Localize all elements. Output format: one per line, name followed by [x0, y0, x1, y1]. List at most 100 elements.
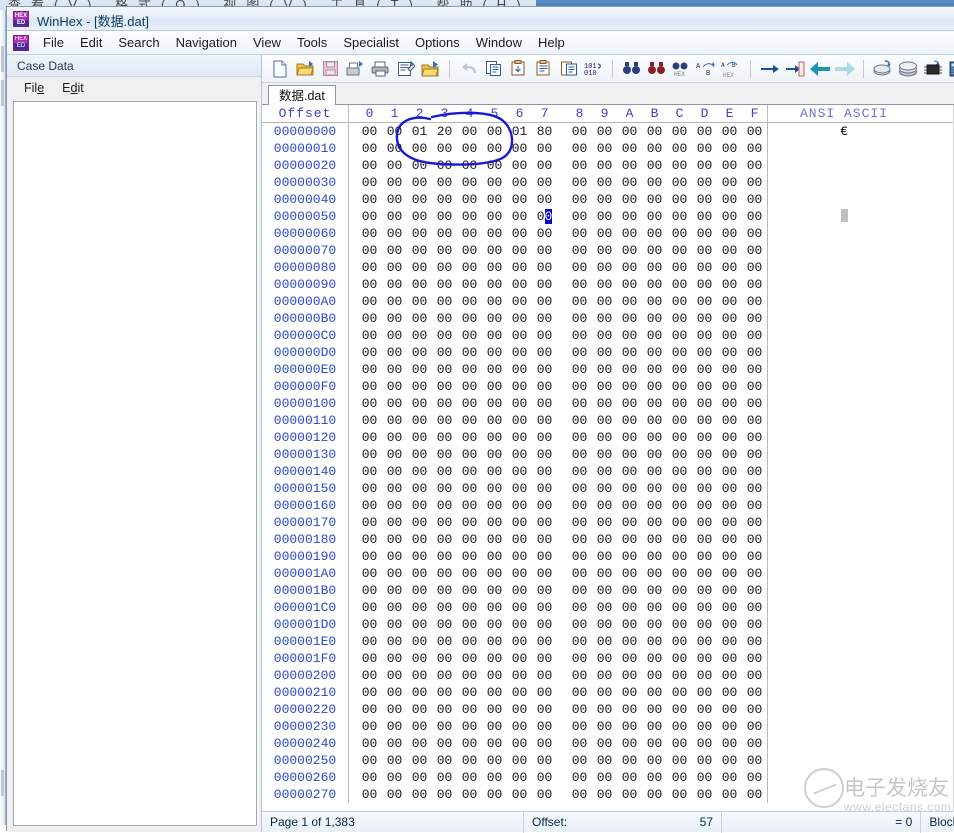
hex-byte[interactable]: 00 [692, 532, 717, 547]
hex-byte[interactable]: 00 [567, 396, 592, 411]
paste-button[interactable] [531, 57, 556, 81]
hex-byte[interactable]: 00 [507, 328, 532, 343]
hex-byte[interactable]: 00 [532, 192, 557, 207]
hex-byte[interactable]: 00 [617, 617, 642, 632]
hex-byte[interactable]: 00 [382, 736, 407, 751]
hex-byte[interactable]: 00 [742, 583, 767, 598]
hex-byte[interactable]: 00 [592, 617, 617, 632]
hex-byte[interactable]: 00 [532, 685, 557, 700]
hex-byte[interactable]: 00 [667, 277, 692, 292]
hex-row[interactable]: 0000002000000000000000000000000000000000 [262, 157, 953, 174]
hex-byte[interactable]: 00 [357, 583, 382, 598]
hex-byte[interactable]: 00 [742, 600, 767, 615]
hex-byte[interactable]: 00 [507, 447, 532, 462]
hex-byte[interactable]: 00 [642, 158, 667, 173]
hex-byte[interactable]: 00 [407, 481, 432, 496]
hex-bytes[interactable]: 00000000000000000000000000000000 [349, 328, 767, 343]
hex-byte[interactable]: 00 [692, 243, 717, 258]
hex-byte[interactable]: 00 [567, 753, 592, 768]
hex-byte[interactable]: 00 [717, 328, 742, 343]
print-preview-button[interactable] [343, 57, 368, 81]
hex-byte[interactable]: 00 [642, 600, 667, 615]
hex-byte[interactable]: 00 [742, 396, 767, 411]
hex-byte[interactable]: 00 [532, 260, 557, 275]
hex-byte[interactable]: 00 [717, 430, 742, 445]
hex-byte[interactable]: 00 [742, 260, 767, 275]
hex-byte[interactable]: 00 [742, 498, 767, 513]
hex-byte[interactable]: 00 [692, 430, 717, 445]
hex-byte[interactable]: 00 [507, 141, 532, 156]
hex-byte[interactable]: 00 [432, 498, 457, 513]
hex-byte[interactable]: 00 [667, 175, 692, 190]
hex-byte[interactable]: 00 [407, 770, 432, 785]
hex-bytes[interactable]: 00000000000000000000000000000000 [349, 566, 767, 581]
hex-byte[interactable]: 00 [507, 396, 532, 411]
hex-byte[interactable]: 00 [617, 532, 642, 547]
hex-byte[interactable]: 00 [717, 379, 742, 394]
hex-byte[interactable]: 00 [482, 243, 507, 258]
hex-byte[interactable]: 00 [482, 175, 507, 190]
hex-byte[interactable]: 00 [642, 532, 667, 547]
hex-byte[interactable]: 00 [592, 192, 617, 207]
hex-byte[interactable]: 00 [692, 668, 717, 683]
hex-byte[interactable]: 00 [457, 583, 482, 598]
hex-byte[interactable]: 00 [642, 515, 667, 530]
hex-byte[interactable]: 00 [532, 770, 557, 785]
hex-byte[interactable]: 00 [432, 260, 457, 275]
hex-byte[interactable]: 00 [407, 464, 432, 479]
document-tab-strip[interactable]: 数据.dat [262, 83, 954, 105]
hex-byte[interactable]: 00 [382, 566, 407, 581]
hex-byte[interactable]: 00 [457, 668, 482, 683]
hex-byte[interactable]: 00 [382, 175, 407, 190]
hex-byte[interactable]: 00 [642, 719, 667, 734]
hex-byte[interactable]: 00 [507, 226, 532, 241]
hex-byte[interactable]: 00 [382, 787, 407, 802]
hex-byte[interactable]: 00 [532, 481, 557, 496]
hex-byte[interactable]: 00 [642, 311, 667, 326]
hex-byte[interactable]: 00 [667, 634, 692, 649]
hex-byte[interactable]: 00 [592, 481, 617, 496]
hex-byte[interactable]: 00 [567, 566, 592, 581]
hex-byte[interactable]: 00 [357, 396, 382, 411]
menu-item-window[interactable]: Window [468, 32, 530, 53]
hex-byte[interactable]: 00 [532, 328, 557, 343]
hex-byte[interactable]: 00 [507, 583, 532, 598]
hex-byte[interactable]: 00 [742, 362, 767, 377]
hex-byte[interactable]: 00 [382, 617, 407, 632]
hex-byte[interactable]: 00 [642, 736, 667, 751]
hex-byte[interactable]: 00 [692, 294, 717, 309]
hex-byte[interactable]: 00 [642, 413, 667, 428]
hex-byte[interactable]: 00 [567, 515, 592, 530]
hex-byte[interactable]: 00 [692, 158, 717, 173]
hex-byte[interactable]: 00 [457, 192, 482, 207]
hex-byte[interactable]: 00 [717, 362, 742, 377]
hex-byte[interactable]: 00 [407, 617, 432, 632]
hex-byte[interactable]: 00 [532, 719, 557, 734]
hex-byte[interactable]: 00 [357, 141, 382, 156]
hex-byte[interactable]: 00 [432, 447, 457, 462]
hex-row[interactable]: 0000003000000000000000000000000000000000 [262, 174, 953, 191]
new-file-button[interactable] [268, 57, 293, 81]
hex-bytes[interactable]: 00000000000000000000000000000000 [349, 719, 767, 734]
goto-block-button[interactable] [782, 57, 807, 81]
hex-byte[interactable]: 00 [432, 328, 457, 343]
hex-byte[interactable]: 00 [567, 651, 592, 666]
hex-byte[interactable]: 00 [642, 498, 667, 513]
case-data-menubar[interactable]: File Edit [7, 77, 261, 99]
hex-bytes[interactable]: 00000000000000000000000000000000 [349, 787, 767, 802]
hex-byte[interactable]: 00 [482, 668, 507, 683]
hex-byte[interactable]: 00 [457, 702, 482, 717]
hex-byte[interactable]: 00 [432, 396, 457, 411]
hex-byte[interactable]: 00 [742, 464, 767, 479]
case-data-tree[interactable] [13, 101, 257, 826]
hex-bytes[interactable]: 00000000000000000000000000000000 [349, 430, 767, 445]
hex-byte[interactable]: 00 [667, 379, 692, 394]
hex-byte[interactable]: 00 [382, 311, 407, 326]
hex-byte[interactable]: 00 [692, 328, 717, 343]
hex-byte[interactable]: 00 [507, 311, 532, 326]
hex-byte[interactable]: 00 [357, 498, 382, 513]
hex-byte[interactable]: 00 [457, 753, 482, 768]
hex-byte[interactable]: 00 [407, 175, 432, 190]
hex-byte[interactable]: 00 [667, 464, 692, 479]
hex-byte[interactable]: 00 [357, 566, 382, 581]
